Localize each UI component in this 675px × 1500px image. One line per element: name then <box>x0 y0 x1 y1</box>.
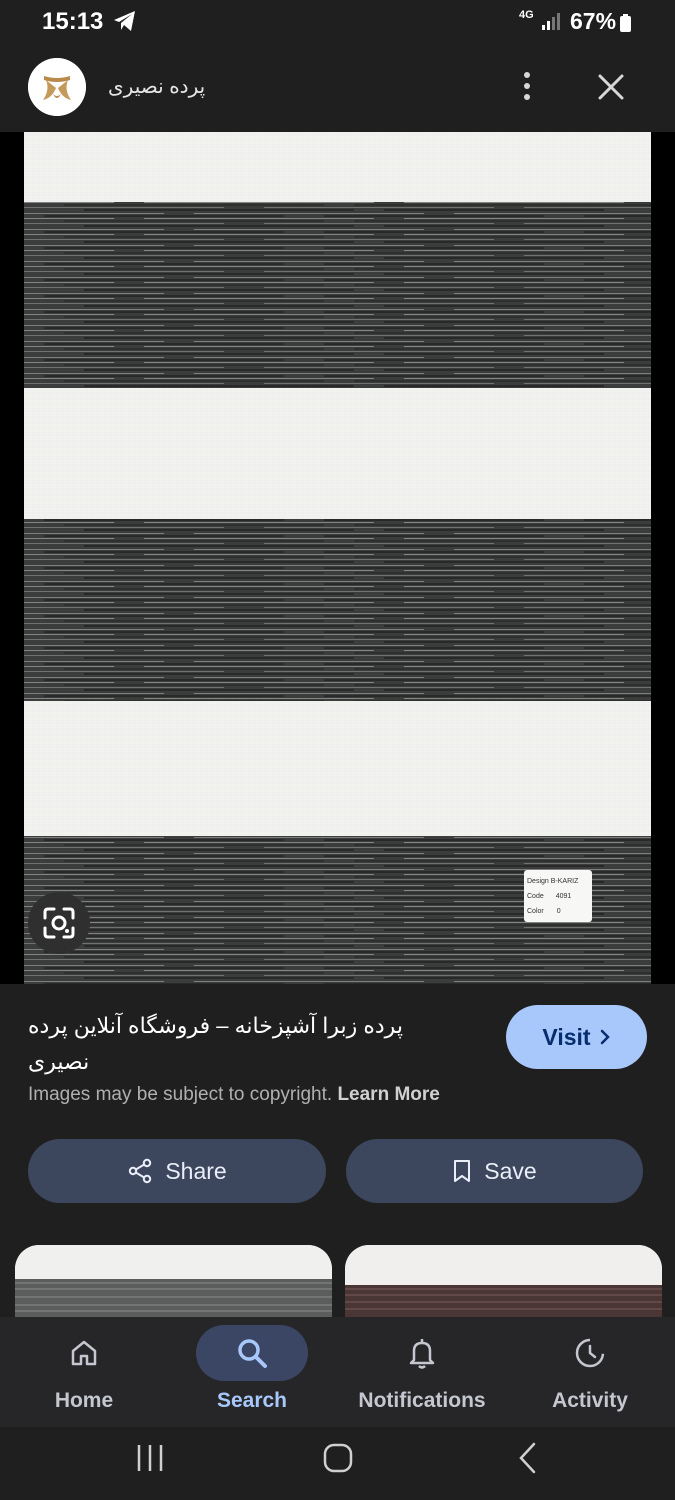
top-bar: پرده نصیری <box>0 50 675 126</box>
signal-icon <box>542 13 560 30</box>
network-type: 4G <box>519 9 534 21</box>
nav-activity-icon-wrap <box>534 1325 646 1381</box>
nav-home[interactable]: Home <box>0 1317 168 1427</box>
related-thumbnail-2 <box>345 1245 662 1317</box>
recents-icon[interactable] <box>128 1441 172 1475</box>
battery-icon <box>620 14 631 32</box>
close-icon[interactable] <box>594 70 628 104</box>
lens-button[interactable] <box>28 892 90 954</box>
nav-activity-label: Activity <box>552 1389 628 1412</box>
nav-notifications[interactable]: Notifications <box>338 1317 506 1427</box>
share-button[interactable]: Share <box>28 1139 326 1203</box>
battery-percent: 67% <box>570 8 617 34</box>
color-label: Color <box>527 908 544 915</box>
curtain-logo-icon <box>28 58 86 116</box>
chevron-right-icon <box>600 1029 610 1045</box>
search-icon <box>238 1339 267 1368</box>
learn-more-link[interactable]: Learn More <box>337 1084 439 1105</box>
visit-button[interactable]: Visit <box>506 1005 647 1069</box>
site-name: پرده نصیری <box>108 76 206 98</box>
nav-search[interactable]: Search <box>168 1317 336 1427</box>
related-image-2[interactable] <box>345 1245 662 1317</box>
save-label: Save <box>484 1157 537 1184</box>
code-label: Code <box>527 893 544 900</box>
copyright-notice: Images may be subject to copyright. Lear… <box>28 1084 440 1106</box>
zebra-blind-image <box>24 132 651 984</box>
visit-label: Visit <box>542 1023 591 1050</box>
fabric-label-card: Design B-KARIZ Code 4091 Color 0 <box>524 872 592 922</box>
copyright-text: Images may be subject to copyright. <box>28 1084 333 1105</box>
design-label: Design <box>527 878 549 885</box>
nav-home-label: Home <box>54 1389 114 1412</box>
site-logo[interactable] <box>28 58 86 116</box>
related-thumbnail-1 <box>15 1245 332 1317</box>
more-vert-icon[interactable] <box>516 68 538 104</box>
code-value: 4091 <box>555 893 572 900</box>
nav-search-label: Search <box>216 1389 288 1412</box>
status-time: 15:13 <box>42 8 104 35</box>
bottom-nav: Home Search Notifications Activity <box>0 1317 675 1427</box>
nav-notifications-icon-wrap <box>366 1325 478 1381</box>
bookmark-icon <box>454 1160 471 1182</box>
nav-activity[interactable]: Activity <box>506 1317 674 1427</box>
design-value: B-KARIZ <box>550 878 579 885</box>
nav-home-icon-wrap <box>28 1325 140 1381</box>
result-title[interactable]: پرده زبرا آشپزخانه – فروشگاه آنلاین پرده… <box>28 1008 448 1080</box>
home-icon <box>71 1340 97 1366</box>
google-lens-icon <box>43 907 75 939</box>
bell-icon <box>409 1339 435 1369</box>
product-image[interactable]: Design B-KARIZ Code 4091 Color 0 <box>24 132 651 984</box>
share-icon <box>129 1158 152 1184</box>
color-value: 0 <box>556 908 561 915</box>
nav-notifications-label: Notifications <box>358 1389 486 1412</box>
back-icon[interactable] <box>506 1441 550 1475</box>
telegram-icon <box>114 11 135 31</box>
nav-search-icon-wrap <box>196 1325 308 1381</box>
status-bar: 15:13 4G 67% <box>0 0 675 44</box>
image-viewer: Design B-KARIZ Code 4091 Color 0 <box>0 132 675 984</box>
activity-icon <box>575 1338 605 1368</box>
related-image-1[interactable] <box>15 1245 332 1317</box>
share-label: Share <box>165 1157 227 1184</box>
system-nav-bar <box>0 1427 675 1500</box>
home-circle-icon[interactable] <box>316 1441 360 1475</box>
save-button[interactable]: Save <box>346 1139 643 1203</box>
